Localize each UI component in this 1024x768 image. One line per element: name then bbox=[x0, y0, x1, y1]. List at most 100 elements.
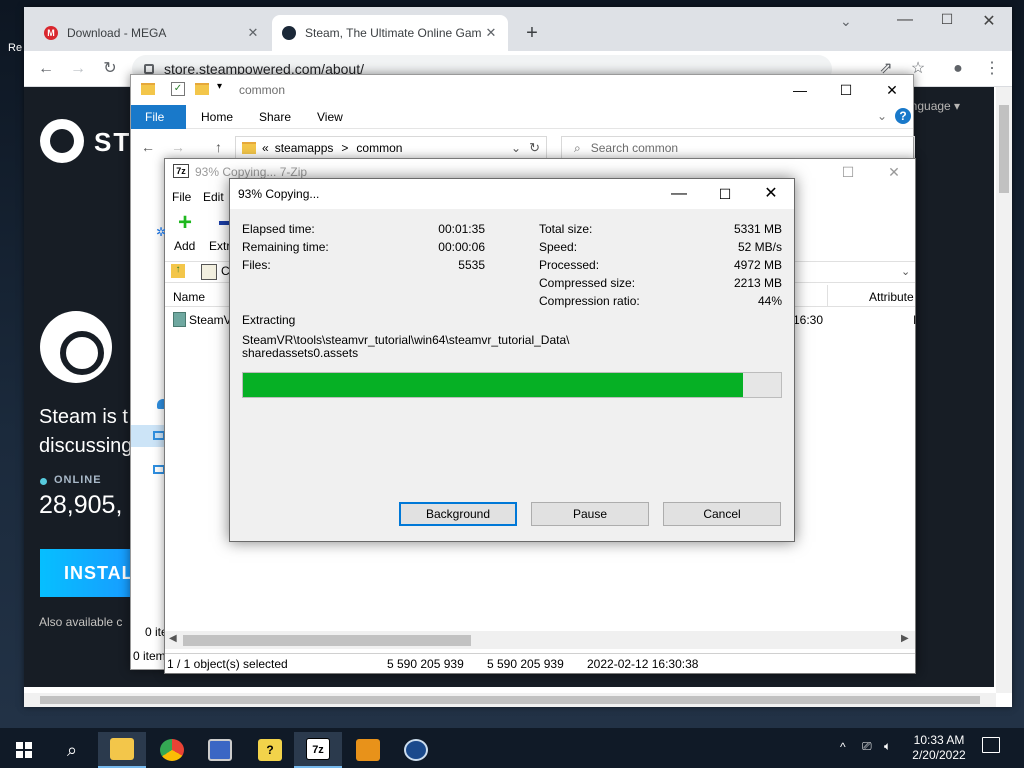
sevenzip-icon[interactable]: 7z bbox=[294, 732, 342, 768]
close-window-button[interactable]: ✕ bbox=[974, 11, 1004, 39]
path-dropdown-icon[interactable]: ⌄ bbox=[901, 265, 910, 278]
reload-icon[interactable]: ↻ bbox=[98, 57, 122, 81]
ribbon-tab-file[interactable]: File bbox=[131, 105, 186, 129]
folder-app-icon[interactable] bbox=[344, 732, 392, 768]
close-button[interactable]: ✕ bbox=[871, 157, 917, 187]
close-icon[interactable]: ✕ bbox=[246, 25, 260, 41]
minimize-button[interactable]: — bbox=[777, 75, 823, 105]
cancel-button[interactable]: Cancel bbox=[663, 502, 781, 526]
file-explorer-icon[interactable] bbox=[98, 732, 146, 768]
help-icon[interactable]: ? bbox=[246, 732, 294, 768]
tab-search-icon[interactable]: ⌄ bbox=[840, 13, 864, 30]
remote-desktop-icon[interactable] bbox=[196, 732, 244, 768]
file-time: 16:30 bbox=[793, 313, 824, 327]
compressed-size-value: 2213 MB bbox=[733, 276, 782, 290]
forward-icon[interactable]: → bbox=[171, 139, 185, 155]
scroll-left-icon[interactable]: ◀ bbox=[169, 633, 177, 644]
extract-button-label[interactable]: Extr bbox=[209, 239, 230, 253]
up-folder-icon[interactable]: ↑ bbox=[171, 264, 185, 278]
tagline: Steam is t discussing bbox=[39, 403, 132, 461]
scroll-thumb[interactable] bbox=[183, 635, 471, 646]
minimize-button[interactable]: — bbox=[890, 11, 920, 39]
steam-logo-icon[interactable] bbox=[40, 119, 84, 163]
explorer-ribbon: File Home Share View ⌄ ? bbox=[131, 105, 913, 129]
add-button-label[interactable]: Add bbox=[174, 239, 195, 253]
taskbar: ⌕ ? 7z ^ ⎚ 🔈︎ 10:33 AM 2/20/2022 bbox=[0, 728, 1024, 768]
ribbon-expand-icon[interactable]: ⌄ bbox=[877, 109, 887, 123]
new-tab-button[interactable]: + bbox=[520, 21, 544, 45]
menu-file[interactable]: File bbox=[172, 190, 191, 204]
notifications-icon[interactable] bbox=[982, 737, 1000, 753]
breadcrumb-common[interactable]: common bbox=[356, 141, 402, 155]
refresh-icon[interactable]: ↻ bbox=[529, 140, 540, 156]
dialog-title: 93% Copying... bbox=[238, 187, 320, 201]
files-label: Files: bbox=[242, 258, 271, 272]
back-icon[interactable]: ← bbox=[141, 139, 155, 155]
column-attributes[interactable]: Attribute bbox=[869, 290, 914, 304]
ribbon-tab-view[interactable]: View bbox=[303, 105, 357, 129]
tagline-line-2: discussing bbox=[39, 435, 133, 457]
file-attr: I bbox=[913, 313, 917, 327]
help-icon[interactable]: ? bbox=[895, 108, 911, 124]
tab-mega[interactable]: M Download - MEGA ✕ bbox=[34, 15, 270, 51]
scroll-thumb[interactable] bbox=[40, 696, 980, 704]
compressed-size-label: Compressed size: bbox=[539, 276, 636, 290]
quick-access-dropdown-icon[interactable]: ▾ bbox=[217, 81, 222, 92]
remaining-time-value: 00:00:06 bbox=[438, 240, 485, 254]
breadcrumb-chevron[interactable]: « bbox=[262, 141, 269, 155]
close-button[interactable]: ✕ bbox=[869, 75, 915, 105]
address-dropdown-icon[interactable]: ⌄ bbox=[511, 141, 521, 155]
maximize-button[interactable]: ☐ bbox=[823, 75, 869, 105]
steam-icon[interactable] bbox=[392, 732, 440, 768]
ribbon-tab-share[interactable]: Share bbox=[245, 105, 305, 129]
profile-icon[interactable]: ● bbox=[946, 57, 970, 81]
nav-item-this-pc[interactable] bbox=[131, 425, 165, 447]
tab-steam[interactable]: Steam, The Ultimate Online Gam ✕ bbox=[272, 15, 508, 51]
menu-edit[interactable]: Edit bbox=[203, 190, 224, 204]
up-icon[interactable]: ↑ bbox=[215, 139, 222, 155]
close-icon[interactable]: ✕ bbox=[484, 25, 498, 41]
scroll-thumb[interactable] bbox=[999, 105, 1009, 193]
search-icon[interactable]: ⌕ bbox=[48, 732, 96, 768]
background-button[interactable]: Background bbox=[399, 502, 517, 526]
scroll-right-icon[interactable]: ▶ bbox=[901, 633, 909, 644]
minimize-button[interactable]: — bbox=[656, 179, 702, 209]
status-size: 5 590 205 939 bbox=[387, 657, 464, 671]
breadcrumb-steamapps[interactable]: steamapps bbox=[275, 141, 334, 155]
breadcrumb-separator[interactable]: > bbox=[341, 141, 348, 155]
folder-icon bbox=[141, 83, 155, 95]
menu-icon[interactable]: ⋮ bbox=[980, 57, 1004, 81]
new-folder-icon[interactable] bbox=[195, 83, 209, 95]
back-icon[interactable]: ← bbox=[34, 57, 58, 81]
start-icon[interactable] bbox=[0, 732, 48, 768]
add-icon[interactable]: + bbox=[175, 211, 195, 235]
ribbon-tab-home[interactable]: Home bbox=[187, 105, 247, 129]
properties-icon[interactable]: ✓ bbox=[171, 82, 185, 96]
show-hidden-icons[interactable]: ^ bbox=[840, 740, 846, 754]
tab-strip: M Download - MEGA ✕ Steam, The Ultimate … bbox=[24, 7, 1012, 51]
chrome-icon[interactable] bbox=[148, 732, 196, 768]
extract-icon[interactable] bbox=[219, 221, 229, 225]
maximize-button[interactable]: ☐ bbox=[702, 179, 748, 209]
column-name[interactable]: Name bbox=[173, 290, 205, 304]
total-size-value: 5331 MB bbox=[733, 222, 782, 236]
close-button[interactable]: ✕ bbox=[748, 179, 794, 209]
volume-icon[interactable]: 🔈︎ bbox=[884, 739, 891, 754]
status-packed-size: 5 590 205 939 bbox=[487, 657, 564, 671]
file-list-horizontal-scrollbar[interactable]: ◀ ▶ bbox=[165, 631, 915, 649]
maximize-button[interactable]: ☐ bbox=[825, 157, 871, 187]
maximize-button[interactable]: ☐ bbox=[932, 11, 962, 39]
copy-progress-dialog: 93% Copying... — ☐ ✕ Elapsed time: 00:01… bbox=[229, 178, 795, 542]
forward-icon[interactable]: → bbox=[66, 57, 90, 81]
processed-value: 4972 MB bbox=[733, 258, 782, 272]
page-horizontal-scrollbar[interactable] bbox=[24, 693, 996, 707]
page-vertical-scrollbar[interactable] bbox=[996, 87, 1012, 693]
network-icon[interactable]: ⎚ bbox=[862, 739, 872, 754]
mega-icon: M bbox=[44, 26, 58, 40]
search-icon: ⌕ bbox=[574, 140, 581, 155]
dialog-body: Elapsed time: 00:01:35 Remaining time: 0… bbox=[230, 209, 794, 541]
system-clock[interactable]: 10:33 AM 2/20/2022 bbox=[908, 733, 970, 763]
explorer-address-bar[interactable]: « steamapps > common ⌄ ↻ bbox=[235, 136, 547, 160]
favorites-icon[interactable]: ✲ bbox=[156, 225, 166, 239]
pause-button[interactable]: Pause bbox=[531, 502, 649, 526]
